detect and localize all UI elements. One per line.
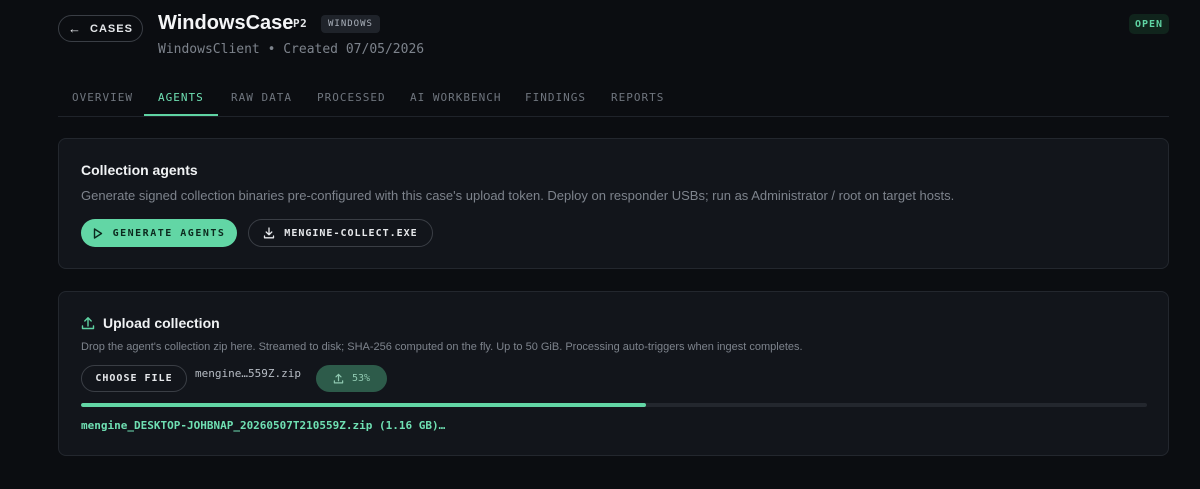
tab-bar: OVERVIEW AGENTS RAW DATA PROCESSED AI WO…: [58, 80, 1169, 117]
tab-overview[interactable]: OVERVIEW: [72, 80, 133, 115]
tab-agents[interactable]: AGENTS: [144, 80, 218, 116]
generate-agents-button[interactable]: GENERATE AGENTS: [81, 219, 237, 247]
os-badge: WINDOWS: [321, 15, 380, 33]
collection-agents-title: Collection agents: [81, 162, 198, 178]
case-subtitle: WindowsClient • Created 07/05/2026: [158, 42, 425, 57]
upload-collection-title: Upload collection: [81, 315, 220, 331]
upload-progress-fill: [81, 403, 646, 407]
upload-icon: [333, 373, 344, 384]
collection-agents-title-text: Collection agents: [81, 162, 198, 178]
upload-status-text: mengine_DESKTOP-JOHBNAP_20260507T210559Z…: [81, 419, 446, 432]
back-to-cases-button[interactable]: ← CASES: [58, 15, 143, 42]
collection-agents-description: Generate signed collection binaries pre-…: [81, 188, 955, 203]
download-collector-label: MENGINE-COLLECT.EXE: [284, 227, 418, 239]
selected-file-name: mengine…559Z.zip: [195, 367, 301, 380]
upload-progress-button[interactable]: 53%: [316, 365, 387, 392]
status-badge: OPEN: [1129, 14, 1169, 34]
download-icon: [263, 227, 275, 239]
upload-collection-title-text: Upload collection: [103, 315, 220, 331]
upload-progress-percent: 53%: [351, 373, 371, 384]
upload-collection-card: Upload collection Drop the agent's colle…: [58, 291, 1169, 456]
collection-agents-card: Collection agents Generate signed collec…: [58, 138, 1169, 269]
arrow-left-icon: ←: [68, 21, 83, 36]
upload-progress-bar: [81, 403, 1147, 407]
tab-processed[interactable]: PROCESSED: [317, 80, 386, 115]
choose-file-button[interactable]: CHOOSE FILE: [81, 365, 187, 392]
tab-ai-workbench[interactable]: AI WORKBENCH: [410, 80, 501, 115]
upload-collection-description: Drop the agent's collection zip here. St…: [81, 341, 803, 353]
upload-icon: [81, 316, 95, 330]
tab-reports[interactable]: REPORTS: [611, 80, 664, 115]
generate-agents-label: GENERATE AGENTS: [112, 227, 226, 239]
download-collector-button[interactable]: MENGINE-COLLECT.EXE: [248, 219, 433, 247]
play-icon: [93, 227, 103, 239]
tab-findings[interactable]: FINDINGS: [525, 80, 586, 115]
back-button-label: CASES: [90, 22, 133, 35]
tab-raw-data[interactable]: RAW DATA: [231, 80, 292, 115]
priority-label: P2: [293, 17, 308, 30]
page-title: WindowsCase: [158, 12, 294, 34]
